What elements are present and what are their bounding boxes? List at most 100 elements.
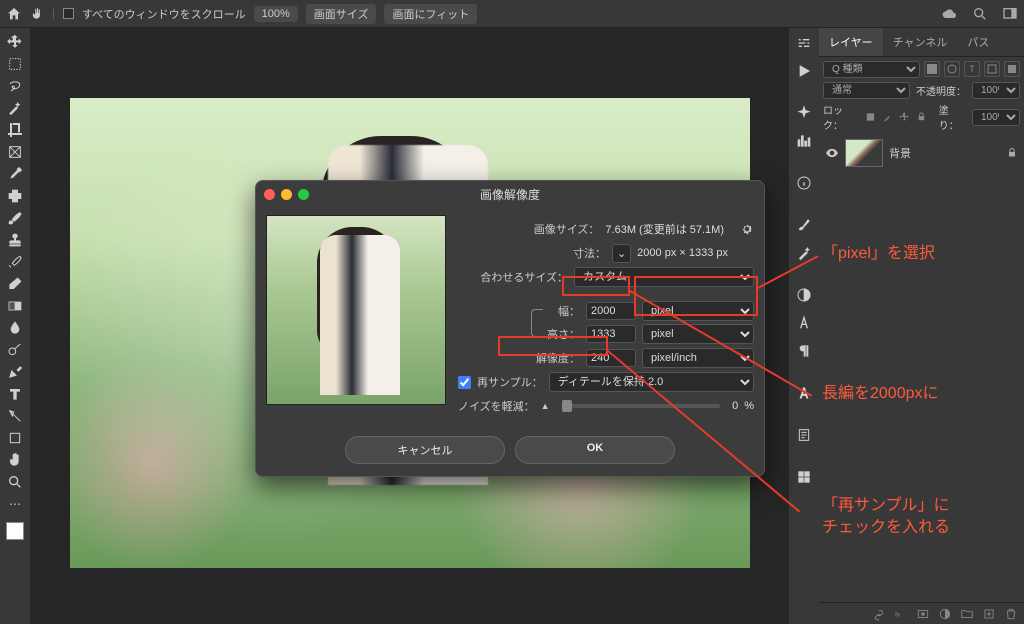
zoom-tool[interactable] [3,472,27,492]
annot-text-1: 「pixel」を選択 [822,243,935,265]
crop-tool[interactable] [3,120,27,140]
character-icon[interactable] [792,312,816,334]
annot-box-unit [634,276,758,316]
opacity-select[interactable]: 100% [972,82,1020,99]
fit-screen-button[interactable]: 画面サイズ [306,4,377,24]
edit-toolbar[interactable]: ⋯ [3,494,27,514]
ok-button[interactable]: OK [515,436,675,464]
gear-icon[interactable] [740,222,754,236]
blend-mode-select[interactable]: 通常 [823,82,910,99]
move-tool[interactable] [3,32,27,52]
play-icon[interactable] [792,60,816,82]
resample-checkbox[interactable] [458,376,471,389]
layer-thumbnail [845,139,883,167]
histogram-icon[interactable] [792,130,816,152]
dialog-preview [266,215,446,405]
layer-name: 背景 [889,145,911,161]
zoom-level[interactable]: 100% [254,6,298,22]
type-tool[interactable] [3,384,27,404]
layer-row[interactable]: 背景 [819,135,1024,171]
fit-window-button[interactable]: 画面にフィット [384,4,477,24]
lock-move-icon[interactable] [899,111,910,123]
dodge-tool[interactable] [3,340,27,360]
group-icon[interactable] [960,607,974,621]
image-size-dialog: 画像解像度 画像サイズ： 7.63M (変更前は 57.1M) 寸法： ⌄ 20… [255,180,765,477]
layers-footer: fx [819,602,1024,624]
scroll-all-checkbox[interactable] [63,8,74,19]
blur-tool[interactable] [3,318,27,338]
image-size-label: 画像サイズ： [534,221,600,237]
noise-pct: % [744,400,754,412]
eyedropper-tool[interactable] [3,164,27,184]
lock-label: ロック： [823,102,859,132]
healing-tool[interactable] [3,186,27,206]
visibility-icon[interactable] [825,146,839,160]
noise-slider[interactable] [562,404,721,408]
workspace-icon[interactable] [1002,6,1018,22]
lock-all-icon[interactable] [916,111,927,123]
link-wh-icon[interactable] [531,309,543,337]
path-tool[interactable] [3,406,27,426]
link-layers-icon[interactable] [872,607,886,621]
tab-paths[interactable]: パス [957,28,999,56]
cancel-button[interactable]: キャンセル [345,436,505,464]
annot-text-2: 長編を2000pxに [822,383,939,405]
cloud-icon[interactable] [942,6,958,22]
lock-pixels-icon[interactable] [865,111,876,123]
opacity-label: 不透明度： [916,83,966,98]
eraser-tool[interactable] [3,274,27,294]
brush-tool[interactable] [3,208,27,228]
filter-smart-icon[interactable] [1004,61,1020,77]
hand-tool[interactable] [3,450,27,470]
filter-adjust-icon[interactable] [944,61,960,77]
stamp-tool[interactable] [3,230,27,250]
height-unit-select[interactable]: pixel [642,324,754,344]
resample-label: 再サンプル： [477,374,543,390]
image-size-value: 7.63M (変更前は 57.1M) [605,221,724,237]
swatches-icon[interactable] [792,466,816,488]
fx-icon[interactable]: fx [894,607,908,621]
home-icon[interactable] [6,6,22,22]
adjustments-icon[interactable] [792,32,816,54]
panel-tabs: レイヤー チャンネル パス [819,28,1024,57]
brush-settings-icon[interactable] [792,242,816,264]
lock-paint-icon[interactable] [882,111,893,123]
filter-type-icon[interactable]: T [964,61,980,77]
hand-tool-icon[interactable] [30,7,44,21]
trash-icon[interactable] [1004,607,1018,621]
gradient-tool[interactable] [3,296,27,316]
shape-tool[interactable] [3,428,27,448]
width-label: 幅： [558,303,580,319]
annot-text-3: 「再サンプル」にチェックを入れる [822,495,950,540]
mask-icon[interactable] [916,607,930,621]
frame-tool[interactable] [3,142,27,162]
filter-shape-icon[interactable] [984,61,1000,77]
new-layer-icon[interactable] [982,607,996,621]
sparkle-icon[interactable] [792,102,816,124]
search-icon[interactable] [972,6,988,22]
dimensions-toggle[interactable]: ⌄ [612,244,631,263]
lasso-tool[interactable] [3,76,27,96]
history-brush-tool[interactable] [3,252,27,272]
paragraph-icon[interactable] [792,340,816,362]
tab-channels[interactable]: チャンネル [883,28,958,56]
marquee-tool[interactable] [3,54,27,74]
annot-box-resample [498,336,608,356]
layer-filter-kind[interactable]: Q 種類 [823,61,920,78]
noise-value: 0 [732,400,738,412]
tools-panel: ⋯ [0,28,30,624]
filter-pixel-icon[interactable] [924,61,940,77]
tab-layers[interactable]: レイヤー [819,28,883,56]
pen-tool[interactable] [3,362,27,382]
lock-icon [1006,147,1018,159]
color-swatches[interactable] [6,522,24,540]
adjustments2-icon[interactable] [792,284,816,306]
adjustment-layer-icon[interactable] [938,607,952,621]
info-icon[interactable] [792,172,816,194]
fill-select[interactable]: 100% [972,109,1020,126]
wand-tool[interactable] [3,98,27,118]
dimensions-value: 2000 px × 1333 px [637,247,728,259]
brush-panel-icon[interactable] [792,214,816,236]
width-input[interactable] [586,302,636,320]
notes-icon[interactable] [792,424,816,446]
